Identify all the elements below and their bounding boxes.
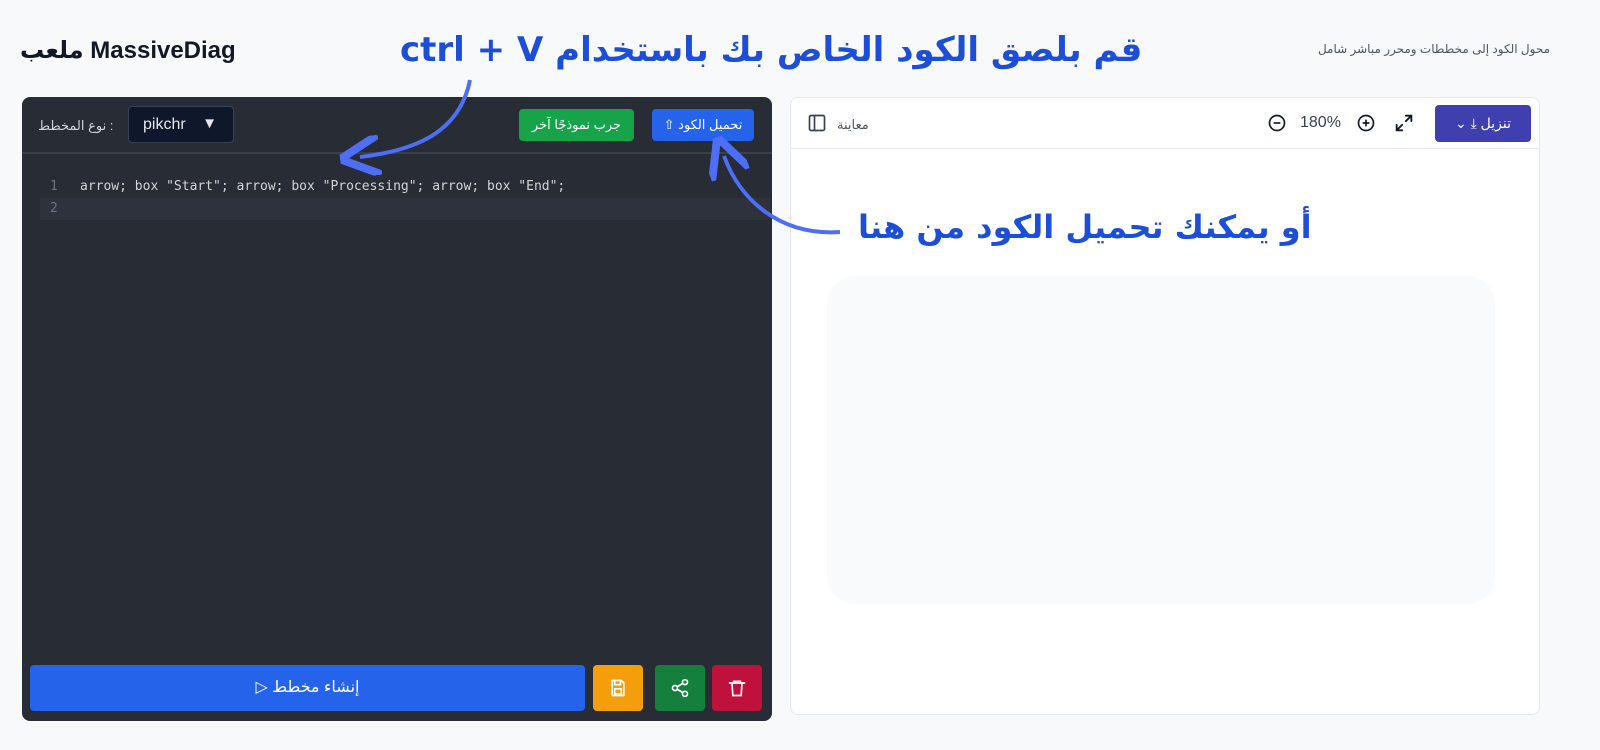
code-input-area[interactable]: 1 arrow; box "Start"; arrow; box "Process… [22,172,772,652]
line-number: 2 [50,201,58,216]
diagram-type-label: : نوع المخطط [38,118,114,133]
toggle-sidebar-icon[interactable] [807,113,827,138]
upload-hint-annotation: أو يمكنك تحميل الكود من هنا [858,208,1312,246]
app-tagline: محول الكود إلى مخططات ومحرر مباشر شامل [1317,42,1550,56]
fullscreen-icon[interactable] [1393,112,1415,139]
preview-panel: معاينة 180% تنزيل ⤓ ⌄ [790,97,1540,715]
preview-label: معاينة [837,117,869,132]
line-text: arrow; box "Start"; arrow; box "Processi… [80,179,566,194]
upload-code-button[interactable]: تحميل الكود ⇧ [652,109,754,141]
code-editor-panel: : نوع المخطط pikchr ▼ جرب نموذجًا آخر تح… [22,97,772,721]
diagram-type-value: pikchr [143,116,186,133]
share-button[interactable] [655,665,705,711]
trash-icon [728,680,746,697]
save-icon [611,679,625,697]
paste-hint-annotation: قم بلصق الكود الخاص بك باستخدام ctrl + V [400,30,1143,70]
code-line-active: 2 [40,198,770,220]
generate-diagram-button[interactable]: إنشاء مخطط ▷ [30,665,585,711]
zoom-out-icon[interactable] [1267,113,1287,138]
editor-actions: إنشاء مخطط ▷ [22,665,772,721]
try-another-sample-button[interactable]: جرب نموذجًا آخر [519,109,634,141]
zoom-level: 180% [1300,114,1341,131]
app-brand: MassiveDiag ملعب [20,37,236,64]
line-number: 1 [50,179,58,194]
zoom-in-icon[interactable] [1356,113,1376,138]
diagram-canvas[interactable] [827,276,1495,604]
editor-toolbar: : نوع المخطط pikchr ▼ جرب نموذجًا آخر تح… [22,97,772,154]
save-button[interactable] [593,665,643,711]
delete-button[interactable] [712,665,762,711]
diagram-type-select[interactable]: pikchr ▼ [128,106,234,143]
dropdown-caret-icon: ▼ [202,115,217,132]
share-icon [671,678,689,698]
code-line: 1 arrow; box "Start"; arrow; box "Process… [40,176,770,198]
download-button[interactable]: تنزيل ⤓ ⌄ [1435,105,1531,142]
preview-toolbar: معاينة 180% تنزيل ⤓ ⌄ [791,98,1539,149]
